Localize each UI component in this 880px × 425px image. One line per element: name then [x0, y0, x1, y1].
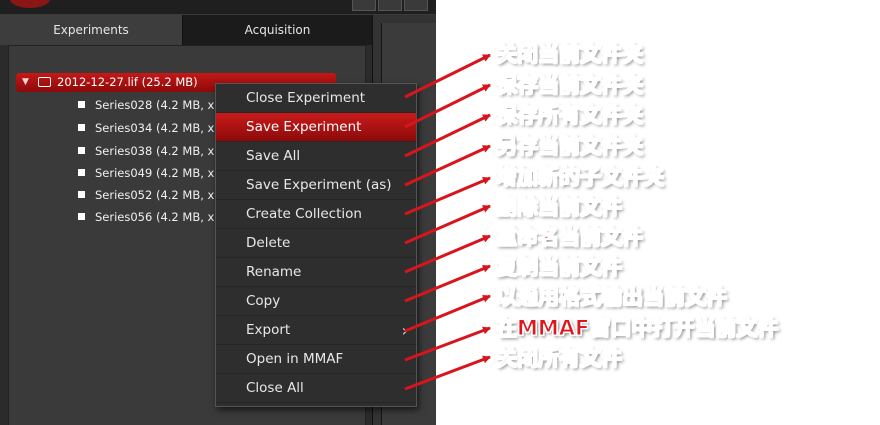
tab-bar: Experiments Acquisition — [0, 15, 372, 45]
checkbox-icon[interactable] — [78, 124, 85, 131]
menu-item-close-experiment[interactable]: Close Experiment — [216, 84, 416, 113]
series-item[interactable]: Series049 (4.2 MB, x — [78, 162, 214, 184]
menu-item-rename[interactable]: Rename — [216, 258, 416, 287]
window-button[interactable] — [404, 0, 428, 11]
checkbox-icon[interactable] — [78, 147, 85, 154]
series-label: Series034 (4.2 MB, x — [95, 121, 215, 135]
experiment-name: 2012-12-27.lif (25.2 MB) — [57, 75, 198, 89]
window-button[interactable] — [352, 0, 376, 11]
annotation-label: 另存当前文件夹 — [496, 134, 644, 159]
menu-item-copy[interactable]: Copy — [216, 287, 416, 316]
checkbox-icon[interactable] — [78, 169, 85, 176]
menu-item-open-in-mmaf[interactable]: Open in MMAF — [216, 345, 416, 374]
checkbox-icon[interactable] — [78, 191, 85, 198]
menu-item-close-all[interactable]: Close All — [216, 374, 416, 403]
series-item[interactable]: Series056 (4.2 MB, x — [78, 206, 214, 228]
menu-item-label: Export — [246, 322, 291, 338]
menu-item-save-experiment-as[interactable]: Save Experiment (as) — [216, 171, 416, 200]
series-item[interactable]: Series028 (4.2 MB, x — [78, 94, 214, 116]
series-label: Series056 (4.2 MB, x — [95, 210, 215, 224]
annotation-label: 复制当前文件 — [496, 255, 623, 280]
tab-experiments[interactable]: Experiments — [0, 15, 183, 45]
annotation-label: 保存当前文件夹 — [496, 73, 644, 98]
series-item[interactable]: Series052 (4.2 MB, x — [78, 184, 214, 206]
menu-item-save-all[interactable]: Save All — [216, 142, 416, 171]
context-menu: Close Experiment Save Experiment Save Al… — [215, 83, 417, 407]
series-label: Series038 (4.2 MB, x — [95, 144, 215, 158]
series-label: Series049 (4.2 MB, x — [95, 166, 215, 180]
triangle-down-icon[interactable]: ▼ — [22, 73, 29, 92]
checkbox-icon[interactable] — [78, 101, 85, 108]
series-label: Series028 (4.2 MB, x — [95, 98, 215, 112]
menu-item-save-experiment[interactable]: Save Experiment — [216, 113, 416, 142]
checkbox-icon[interactable] — [78, 213, 85, 220]
annotation-label: 增加新的子文件夹 — [496, 165, 665, 190]
annotation-label: 保存所有文件夹 — [496, 103, 644, 128]
window-button[interactable] — [378, 0, 402, 11]
menu-item-create-collection[interactable]: Create Collection — [216, 200, 416, 229]
annotation-label: 删除当前文件 — [496, 195, 623, 220]
series-item[interactable]: Series038 (4.2 MB, x — [78, 140, 214, 162]
annotation-label: 关闭当前文件夹 — [496, 42, 644, 67]
folder-open-icon — [38, 77, 51, 87]
menu-item-delete[interactable]: Delete — [216, 229, 416, 258]
chevron-right-icon: › — [401, 321, 408, 340]
series-item[interactable]: Series034 (4.2 MB, x — [78, 117, 214, 139]
annotation-label: 重命名当前文件 — [496, 225, 644, 250]
series-label: Series052 (4.2 MB, x — [95, 188, 215, 202]
annotation-label: 以通用格式输出当前文件 — [496, 285, 728, 310]
title-bar — [0, 0, 436, 15]
menu-item-export[interactable]: Export › — [216, 316, 416, 345]
tab-acquisition[interactable]: Acquisition — [183, 15, 372, 45]
app-logo — [10, 0, 50, 8]
annotation-label: 在MMAF窗口中打开当前文件 — [495, 316, 779, 341]
annotation-label: 关闭所有文件 — [496, 346, 623, 371]
